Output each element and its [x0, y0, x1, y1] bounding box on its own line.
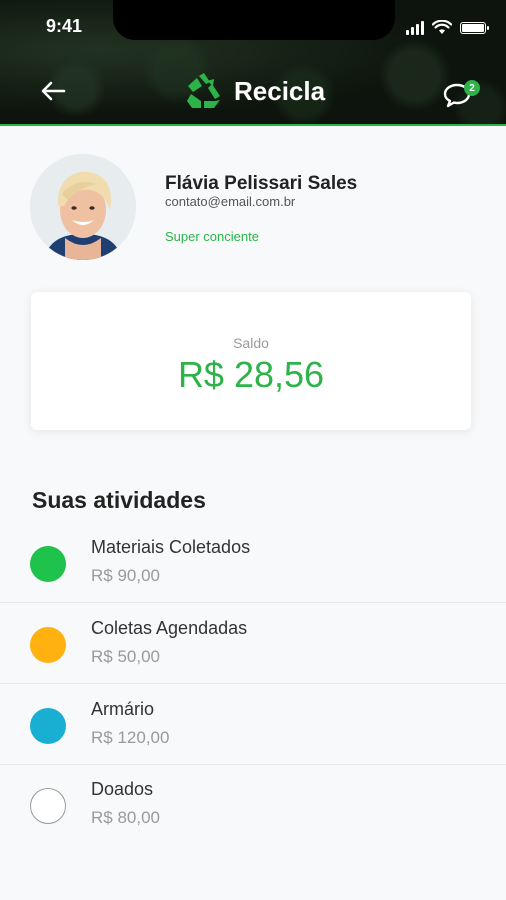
- activity-value: R$ 80,00: [91, 808, 160, 827]
- messages-button[interactable]: 2: [442, 80, 482, 114]
- activity-value: R$ 50,00: [91, 647, 160, 666]
- arrow-left-icon: [41, 81, 66, 101]
- battery-icon: [460, 21, 489, 34]
- signal-icon: [406, 20, 424, 35]
- balance-card[interactable]: Saldo R$ 28,56: [31, 292, 471, 430]
- status-icons: [406, 20, 489, 35]
- user-email: contato@email.com.br: [165, 194, 296, 209]
- activity-item-materiais-coletados[interactable]: Materiais Coletados R$ 90,00: [0, 521, 506, 601]
- activity-item-coletas-agendadas[interactable]: Coletas Agendadas R$ 50,00: [0, 602, 506, 682]
- status-time: 9:41: [46, 16, 83, 36]
- device-notch: [113, 0, 395, 40]
- activity-value: R$ 120,00: [91, 728, 170, 747]
- status-dot-icon: [30, 627, 66, 663]
- balance-label: Saldo: [233, 335, 269, 351]
- avatar-photo: [30, 154, 136, 260]
- activity-label: Coletas Agendadas: [91, 618, 248, 638]
- activity-label: Doados: [91, 779, 154, 799]
- status-dot-icon: [30, 788, 66, 824]
- messages-badge: 2: [464, 80, 480, 96]
- activity-item-doados[interactable]: Doados R$ 80,00: [0, 763, 506, 843]
- avatar: [30, 154, 136, 260]
- status-dot-icon: [30, 546, 66, 582]
- user-level-badge: Super conciente: [165, 229, 259, 244]
- app-title: Recicla: [234, 75, 326, 106]
- activities-title: Suas atividades: [32, 487, 206, 513]
- status-dot-icon: [30, 708, 66, 744]
- recycle-icon: [187, 73, 220, 108]
- activity-label: Armário: [91, 699, 155, 719]
- activity-label: Materiais Coletados: [91, 537, 251, 557]
- activity-value: R$ 90,00: [91, 566, 160, 585]
- back-button[interactable]: [40, 80, 70, 106]
- activity-item-armario[interactable]: Armário R$ 120,00: [0, 683, 506, 763]
- header-divider: [0, 124, 506, 126]
- wifi-icon: [432, 20, 452, 34]
- app-brand: Recicla: [184, 72, 325, 110]
- balance-value: R$ 28,56: [177, 354, 325, 395]
- user-name: Flávia Pelissari Sales: [165, 173, 358, 194]
